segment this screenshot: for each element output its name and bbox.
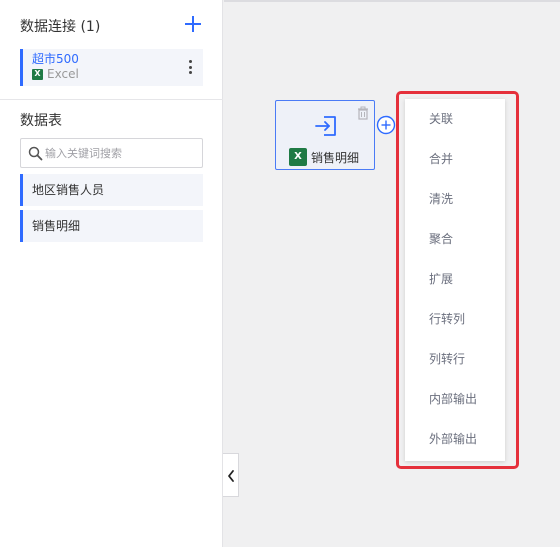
table-search-box[interactable] [20,138,203,168]
table-item-label: 地区销售人员 [32,183,105,197]
add-connection-button[interactable] [184,14,202,34]
connection-item[interactable]: 超市500 X Excel [20,49,203,86]
table-item-label: 销售明细 [32,219,81,233]
collapse-sidebar-button[interactable] [223,453,239,497]
table-search-input[interactable] [45,143,195,163]
node-label-row: X 销售明细 [289,148,360,166]
sidebar-divider [0,99,223,100]
add-step-icon[interactable] [376,115,396,135]
chevron-left-icon [228,470,234,482]
import-icon [315,116,336,136]
canvas-top-border [224,0,560,2]
more-options-icon[interactable] [187,60,193,74]
connection-type: X Excel [32,67,79,81]
excel-icon: X [289,148,307,166]
data-tables-title: 数据表 [20,113,62,129]
node-label: 销售明细 [311,150,360,165]
search-icon [28,146,43,161]
data-connections-header: 数据连接 (1) [20,14,210,36]
table-item-1[interactable]: 销售明细 [20,210,203,242]
connection-type-label: Excel [47,67,79,81]
highlight-frame [396,91,519,469]
trash-icon[interactable] [356,106,370,120]
excel-icon: X [32,68,43,80]
connection-name: 超市500 [32,52,79,66]
sidebar: 数据连接 (1) 超市500 X Excel 数据表 地区销售人员 销售明细 [0,0,223,547]
canvas-node[interactable]: X 销售明细 [275,100,375,170]
table-item-0[interactable]: 地区销售人员 [20,174,203,206]
data-connections-title: 数据连接 (1) [20,19,101,35]
